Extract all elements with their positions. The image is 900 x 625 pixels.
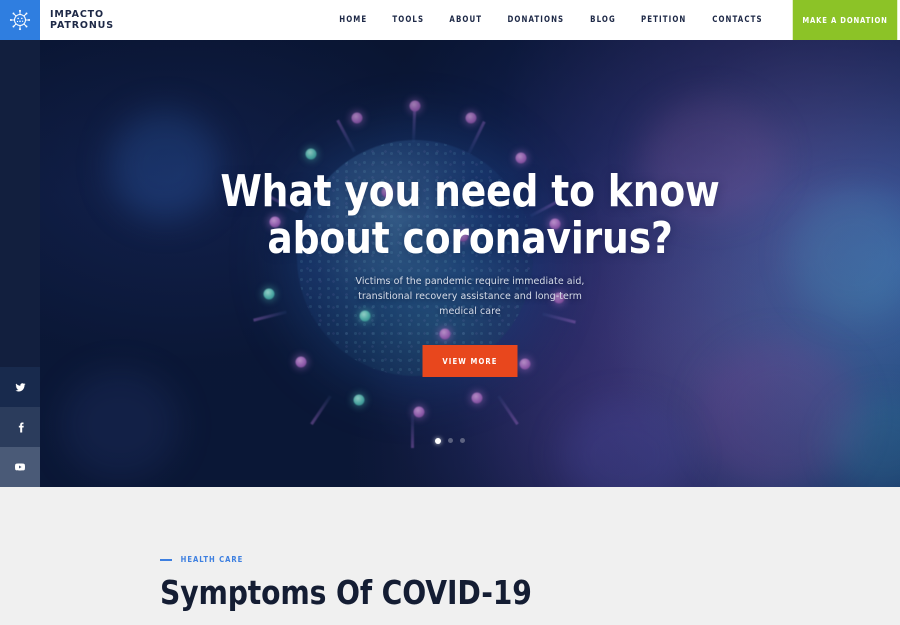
- social-link-youtube[interactable]: [0, 447, 40, 487]
- social-link-twitter[interactable]: [0, 367, 40, 407]
- carousel-dot-2[interactable]: [448, 438, 453, 443]
- nav-item-petition[interactable]: PETITION: [631, 15, 697, 25]
- virus-icon: [9, 9, 31, 31]
- eyebrow-label: HEALTH CARE: [180, 555, 244, 564]
- nav-item-home[interactable]: HOME: [330, 15, 378, 25]
- social-link-facebook[interactable]: [0, 407, 40, 447]
- make-a-donation-button[interactable]: MAKE A DONATION: [792, 0, 898, 40]
- view-more-button[interactable]: VIEW MORE: [422, 345, 518, 377]
- youtube-icon: [14, 461, 26, 473]
- eyebrow-dash-icon: [160, 558, 172, 561]
- logo-mark[interactable]: [0, 0, 40, 40]
- twitter-icon: [14, 382, 26, 393]
- site-header: IMPACTO PATRONUS HOME TOOLS ABOUT DONATI…: [0, 0, 900, 40]
- logo-wordmark[interactable]: IMPACTO PATRONUS: [40, 0, 114, 40]
- nav-item-about[interactable]: ABOUT: [439, 15, 492, 25]
- logo-line-1: IMPACTO: [50, 9, 104, 20]
- hero-content: What you need to know about coronavirus?…: [40, 40, 900, 487]
- hero-title: What you need to know about coronavirus?: [220, 166, 720, 264]
- nav-item-contacts[interactable]: CONTACTS: [702, 15, 773, 25]
- nav-item-donations[interactable]: DONATIONS: [498, 15, 575, 25]
- hero-subtitle: Victims of the pandemic require immediat…: [355, 276, 585, 317]
- facebook-icon: [15, 421, 26, 433]
- logo-line-2: PATRONUS: [50, 20, 114, 31]
- carousel-dot-1[interactable]: [435, 438, 441, 444]
- hero-banner: What you need to know about coronavirus?…: [0, 40, 900, 487]
- section-title: Symptoms Of COVID-19: [160, 573, 532, 612]
- symptoms-section: HEALTH CARE Symptoms Of COVID-19: [0, 487, 900, 625]
- carousel-dots: [0, 438, 900, 444]
- section-eyebrow: HEALTH CARE: [160, 555, 900, 564]
- main-nav: HOME TOOLS ABOUT DONATIONS BLOG PETITION…: [327, 0, 790, 40]
- social-sidebar: [0, 40, 40, 487]
- carousel-dot-3[interactable]: [460, 438, 465, 443]
- nav-item-blog[interactable]: BLOG: [580, 15, 626, 25]
- nav-item-tools[interactable]: TOOLS: [382, 15, 434, 25]
